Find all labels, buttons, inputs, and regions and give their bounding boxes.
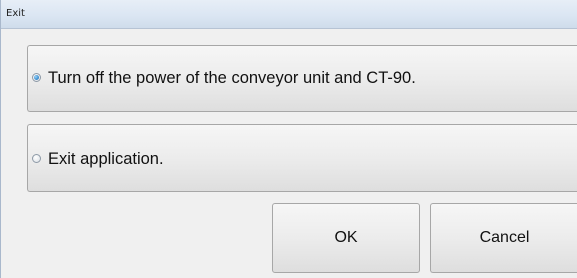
- window-title: Exit: [6, 8, 25, 19]
- radio-selected-icon[interactable]: [32, 73, 41, 82]
- radio-unselected-icon[interactable]: [32, 154, 41, 163]
- power-off-option-label: Turn off the power of the conveyor unit …: [48, 69, 416, 87]
- exit-application-option-label: Exit application.: [48, 150, 164, 168]
- ok-button[interactable]: OK: [272, 203, 420, 273]
- exit-dialog: Exit Turn off the power of the conveyor …: [0, 0, 577, 278]
- exit-application-option[interactable]: Exit application.: [27, 124, 577, 192]
- cancel-button[interactable]: Cancel: [430, 203, 577, 273]
- title-bar: Exit: [1, 0, 577, 29]
- power-off-option[interactable]: Turn off the power of the conveyor unit …: [27, 45, 577, 112]
